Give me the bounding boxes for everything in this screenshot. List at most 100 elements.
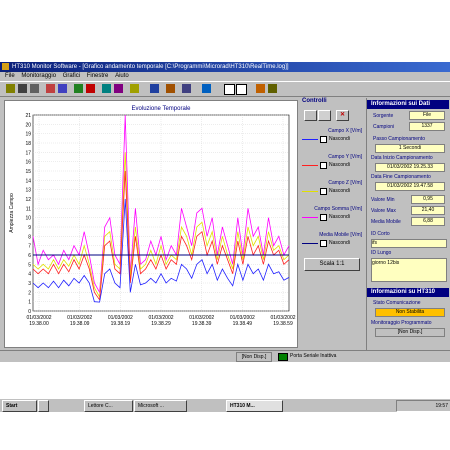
series-color-swatch (302, 191, 318, 192)
hide-label: Nascondi (329, 162, 350, 168)
id-corto-value[interactable]: ifs (371, 239, 447, 248)
chart-title: Evoluzione Temporale (132, 106, 192, 112)
task-microsoft[interactable]: Microsoft ... (134, 400, 187, 412)
port-led-icon (278, 353, 288, 361)
id-lungo-value[interactable]: giorno 12bis (371, 258, 447, 282)
connect-icon[interactable] (46, 84, 55, 93)
y-tick-label: 13 (25, 188, 31, 194)
settings-icon[interactable] (58, 84, 67, 93)
monitor-label: Monitoraggio Programmato (371, 320, 432, 326)
window-tile-icon[interactable] (224, 84, 235, 95)
x-tick-label: 01/03/2002 19.38.19 (108, 315, 133, 327)
task-ht310[interactable]: HT310 M... (226, 400, 283, 412)
inizio-value: 01/03/2002 19.25.33 (375, 163, 445, 172)
x-tick-label: 01/03/2002 19.38.49 (230, 315, 255, 327)
control-row-0: Nascondi (302, 136, 364, 143)
y-tick-label: 18 (25, 141, 31, 147)
window-cascade-icon[interactable] (236, 84, 247, 95)
hide-label: Nascondi (329, 214, 350, 220)
y-tick-label: 9 (28, 225, 31, 231)
control-label-3: Campo Somma [V/m] (314, 206, 362, 212)
control-label-1: Campo Y [V/m] (328, 154, 362, 160)
scale-button[interactable]: Scala 1:1 (304, 258, 360, 271)
menu-aiuto[interactable]: Aiuto (115, 73, 129, 79)
print-icon[interactable] (30, 84, 39, 93)
y-tick-label: 4 (28, 272, 31, 278)
monitor-value: [Non Disp.] (375, 328, 445, 337)
chart-svg: Evoluzione Temporale01234567891011121314… (9, 106, 296, 327)
hide-checkbox[interactable] (320, 214, 327, 221)
apply-button[interactable] (304, 110, 317, 121)
quicklaunch-icon[interactable] (38, 400, 49, 412)
media-label: Media Mobile (371, 219, 401, 225)
campioni-value: 1337 (409, 122, 445, 131)
y-tick-label: 17 (25, 150, 31, 156)
task-ht310-label: HT310 M... (230, 403, 255, 409)
chart-icon[interactable] (102, 84, 111, 93)
toolbar (0, 81, 450, 97)
help-icon[interactable] (268, 84, 277, 93)
y-tick-label: 16 (25, 160, 31, 166)
min-value: 0,95 (411, 195, 445, 204)
y-tick-label: 2 (28, 290, 31, 296)
taskbar: Start Lettore C... Microsoft ... HT310 M… (0, 398, 450, 412)
series-color-swatch (302, 139, 318, 140)
series-color-swatch (302, 243, 318, 244)
app-icon (2, 63, 9, 70)
id-lungo-label: ID Lungo (371, 250, 392, 256)
info-icon[interactable] (256, 84, 265, 93)
info-ht-header: Informazioni su HT310 (367, 288, 449, 297)
hide-label: Nascondi (329, 240, 350, 246)
title-bar: HT310 Monitor Software - [Grafico andame… (0, 62, 450, 72)
status-left: [Non Disp.] (236, 352, 272, 362)
refresh-button[interactable] (318, 110, 331, 121)
menu-finestre[interactable]: Finestre (87, 73, 109, 79)
start-monitor-icon[interactable] (74, 84, 83, 93)
system-tray: 19:57 (396, 400, 450, 412)
hide-label: Nascondi (329, 188, 350, 194)
y-tick-label: 19 (25, 132, 31, 138)
table-icon[interactable] (114, 84, 123, 93)
stop-monitor-icon[interactable] (86, 84, 95, 93)
pen-icon[interactable] (202, 84, 211, 93)
x-tick-label: 01/03/2002 19.38.00 (26, 315, 51, 327)
close-icon[interactable]: ✕ (336, 110, 349, 121)
task-lettore[interactable]: Lettore C... (84, 400, 133, 412)
report-icon[interactable] (130, 84, 139, 93)
task-lettore-label: Lettore C... (88, 403, 113, 409)
x-tick-label: 01/03/2002 19.38.39 (189, 315, 214, 327)
menu-bar: File Monitoraggio Grafici Finestre Aiuto (0, 72, 450, 81)
fine-value: 01/03/2002 19.47.58 (375, 182, 445, 191)
control-label-2: Campo Z [V/m] (328, 180, 362, 186)
menu-monitoraggio[interactable]: Monitoraggio (21, 73, 56, 79)
start-button[interactable]: Start (2, 400, 37, 412)
y-tick-label: 20 (25, 122, 31, 128)
stato-label: Stato Comunicazione (373, 300, 421, 306)
zoom-icon[interactable] (150, 84, 159, 93)
hide-checkbox[interactable] (320, 162, 327, 169)
info-data-header: Informazioni sui Dati (367, 100, 449, 109)
max-label: Valore Max (371, 208, 396, 214)
open-icon[interactable] (6, 84, 15, 93)
y-tick-label: 11 (26, 206, 31, 212)
hide-checkbox[interactable] (320, 188, 327, 195)
series-color-swatch (302, 165, 318, 166)
menu-grafici[interactable]: Grafici (63, 73, 80, 79)
passo-value: 1 Secondi (375, 144, 445, 153)
menu-file[interactable]: File (5, 73, 15, 79)
control-label-0: Campo X [V/m] (328, 128, 362, 134)
hide-checkbox[interactable] (320, 136, 327, 143)
tools-icon[interactable] (182, 84, 191, 93)
sorgente-label: Sorgente (373, 113, 394, 119)
y-tick-label: 6 (28, 253, 31, 259)
hide-label: Nascondi (329, 136, 350, 142)
hide-checkbox[interactable] (320, 240, 327, 247)
y-tick-label: 7 (28, 244, 31, 250)
save-icon[interactable] (18, 84, 27, 93)
y-tick-label: 8 (28, 234, 31, 240)
y-tick-label: 15 (25, 169, 31, 175)
controls-title: Controlli (302, 98, 327, 104)
export-icon[interactable] (166, 84, 175, 93)
y-tick-label: 10 (25, 216, 31, 222)
y-tick-label: 5 (28, 262, 31, 268)
